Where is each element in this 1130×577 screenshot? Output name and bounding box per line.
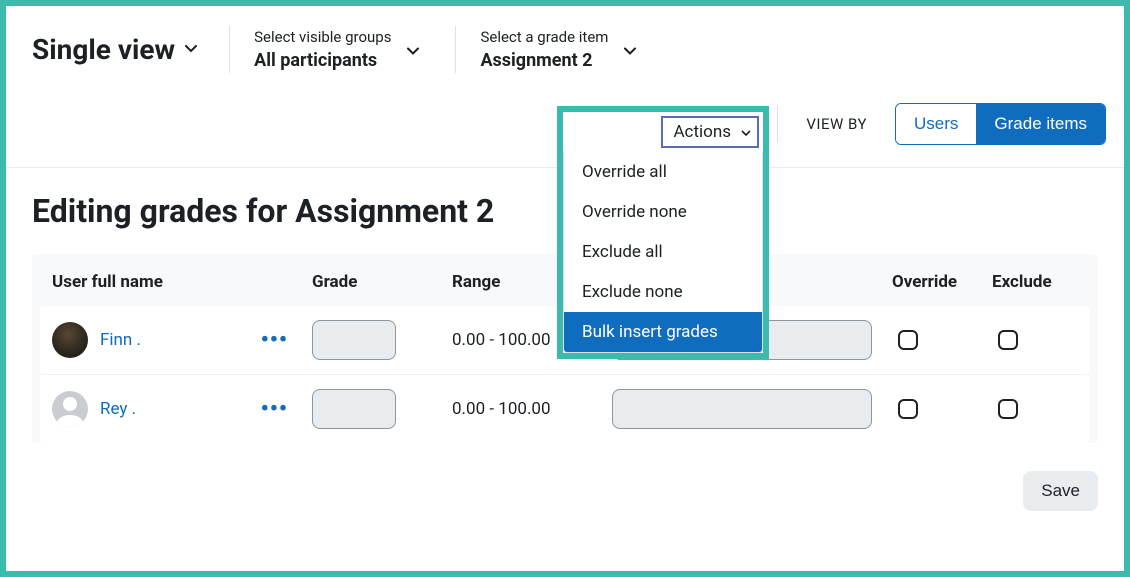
- grade-input[interactable]: [312, 320, 396, 360]
- override-checkbox[interactable]: [898, 399, 918, 419]
- view-mode-selector[interactable]: Single view: [32, 33, 205, 66]
- row-actions-icon[interactable]: •••: [261, 328, 288, 353]
- avatar: [52, 322, 88, 358]
- grade-input[interactable]: [312, 389, 396, 429]
- save-button[interactable]: Save: [1023, 471, 1098, 511]
- chevron-down-icon: [624, 40, 636, 59]
- actions-select[interactable]: Actions: [661, 116, 759, 148]
- table-row: Rey . ••• 0.00 - 100.00: [40, 375, 1090, 443]
- col-grade: Grade: [312, 272, 452, 292]
- grade-item-selector[interactable]: Select a grade item Assignment 2: [455, 26, 648, 73]
- grade-item-selector-value: Assignment 2: [480, 50, 608, 71]
- feedback-input[interactable]: [612, 389, 872, 429]
- chevron-down-icon: [407, 40, 419, 59]
- range-value: 0.00 - 100.00: [452, 399, 612, 419]
- col-exclude: Exclude: [992, 272, 1082, 292]
- group-selector-label: Select visible groups: [254, 28, 391, 46]
- viewby-grade-items-button[interactable]: Grade items: [976, 104, 1105, 144]
- override-checkbox[interactable]: [898, 330, 918, 350]
- exclude-checkbox[interactable]: [998, 330, 1018, 350]
- grade-item-selector-label: Select a grade item: [480, 28, 608, 46]
- viewby-users-button[interactable]: Users: [896, 104, 976, 144]
- actions-menu-item-bulk-insert[interactable]: Bulk insert grades: [564, 312, 762, 352]
- group-selector-value: All participants: [254, 50, 391, 71]
- col-override: Override: [892, 272, 992, 292]
- actions-dropdown-highlight: Actions Override all Override none Exclu…: [557, 106, 769, 359]
- user-link[interactable]: Finn .: [100, 330, 141, 350]
- chevron-down-icon: [185, 45, 195, 55]
- group-selector[interactable]: Select visible groups All participants: [229, 26, 431, 73]
- user-link[interactable]: Rey .: [100, 399, 136, 419]
- actions-menu-item-override-none[interactable]: Override none: [564, 192, 762, 232]
- col-user: User full name: [52, 272, 312, 292]
- row-actions-icon[interactable]: •••: [261, 397, 288, 422]
- divider: [777, 105, 778, 143]
- actions-menu: Override all Override none Exclude all E…: [563, 152, 763, 353]
- exclude-checkbox[interactable]: [998, 399, 1018, 419]
- viewby-label: VIEW BY: [806, 115, 867, 133]
- viewby-segmented: Users Grade items: [895, 103, 1106, 145]
- actions-menu-item-exclude-all[interactable]: Exclude all: [564, 232, 762, 272]
- avatar: [52, 391, 88, 427]
- view-mode-label: Single view: [32, 33, 175, 66]
- actions-menu-item-override-all[interactable]: Override all: [564, 152, 762, 192]
- chevron-down-icon: [741, 122, 751, 142]
- actions-select-label: Actions: [673, 122, 731, 142]
- actions-menu-item-exclude-none[interactable]: Exclude none: [564, 272, 762, 312]
